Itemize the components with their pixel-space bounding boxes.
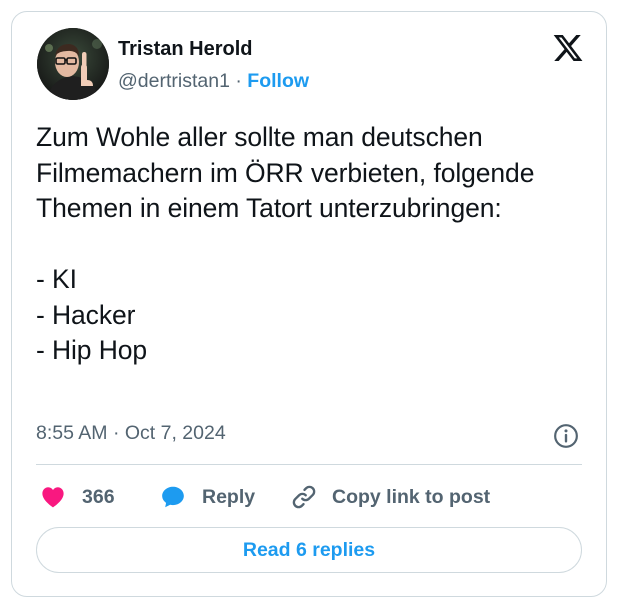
handle-separator: · bbox=[235, 70, 242, 92]
author-avatar[interactable] bbox=[37, 28, 109, 100]
like-button[interactable]: 366 bbox=[40, 482, 115, 512]
copy-link-button[interactable]: Copy link to post bbox=[290, 482, 490, 512]
reply-label: Reply bbox=[202, 485, 256, 508]
info-icon[interactable] bbox=[553, 423, 579, 449]
tweet-card: Tristan Herold @dertristan1 · Follow Zum… bbox=[11, 11, 607, 597]
tweet-text: Zum Wohle aller sollte man deutschen Fil… bbox=[36, 122, 535, 365]
copy-link-label: Copy link to post bbox=[332, 485, 491, 508]
like-count: 366 bbox=[82, 485, 115, 508]
divider bbox=[36, 464, 582, 465]
reply-button[interactable]: Reply bbox=[160, 482, 255, 512]
read-replies-button[interactable]: Read 6 replies bbox=[36, 527, 582, 573]
speech-bubble-icon bbox=[162, 486, 184, 508]
heart-icon bbox=[42, 487, 64, 508]
follow-button[interactable]: Follow bbox=[247, 70, 309, 92]
link-icon bbox=[292, 485, 316, 509]
author-handle-row: @dertristan1 · Follow bbox=[118, 70, 309, 93]
x-logo-icon[interactable] bbox=[552, 32, 584, 64]
author-handle[interactable]: @dertristan1 bbox=[118, 70, 230, 92]
author-name[interactable]: Tristan Herold bbox=[118, 38, 252, 61]
avatar-photo bbox=[37, 28, 109, 100]
tweet-timestamp[interactable]: 8:55 AM · Oct 7, 2024 bbox=[36, 422, 226, 445]
